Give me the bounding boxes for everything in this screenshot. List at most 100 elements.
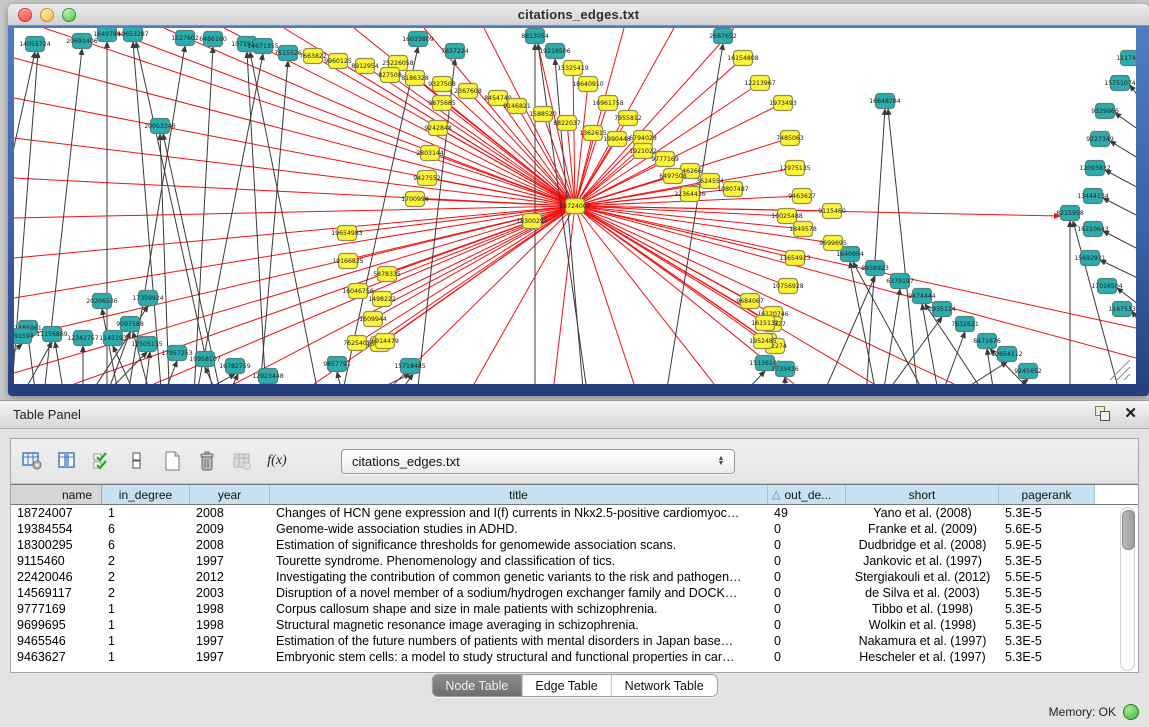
table-row[interactable]: 911546021997Tourette syndrome. Phenomeno… bbox=[11, 553, 1138, 569]
network-node[interactable]: 10958107 bbox=[189, 352, 221, 367]
network-node[interactable]: 1117434 bbox=[1116, 51, 1136, 66]
network-node[interactable]: 19218506 bbox=[539, 44, 571, 59]
network-node[interactable]: 9427552 bbox=[413, 171, 441, 186]
network-node[interactable]: 9474444 bbox=[908, 289, 936, 304]
network-node[interactable]: 18640910 bbox=[572, 77, 604, 92]
table-selector-dropdown[interactable]: citations_edges.txt▲▼ bbox=[341, 449, 735, 474]
import-table-icon[interactable] bbox=[229, 448, 255, 474]
network-node[interactable]: 9115460 bbox=[818, 204, 846, 219]
network-node[interactable]: 9699695 bbox=[819, 236, 847, 251]
column-header-name[interactable]: name bbox=[11, 485, 102, 504]
network-node[interactable]: 8471676 bbox=[973, 334, 1001, 349]
network-node[interactable]: 1145193 bbox=[99, 331, 127, 346]
column-header-title[interactable]: title bbox=[270, 485, 768, 504]
network-node[interactable]: 9463627 bbox=[788, 189, 816, 204]
network-node[interactable]: 12923448 bbox=[252, 369, 284, 384]
network-node[interactable]: 10756928 bbox=[772, 279, 804, 294]
tab-edge-table[interactable]: Edge Table bbox=[522, 675, 611, 696]
network-node[interactable]: 12093832 bbox=[1079, 161, 1111, 176]
network-node[interactable]: 6379197 bbox=[886, 274, 914, 289]
network-node[interactable]: 7515526 bbox=[274, 46, 302, 61]
close-window-button[interactable] bbox=[18, 8, 32, 22]
table-row[interactable]: 2242004622012Investigating the contribut… bbox=[11, 569, 1138, 585]
network-node[interactable]: 1973493 bbox=[769, 96, 797, 111]
row-height-icon[interactable] bbox=[124, 448, 150, 474]
network-node[interactable]: 9684067 bbox=[736, 294, 764, 309]
close-panel-icon[interactable]: ✕ bbox=[1124, 406, 1137, 421]
minimize-window-button[interactable] bbox=[40, 8, 54, 22]
table-row[interactable]: 1456911722003Disruption of a novel membe… bbox=[11, 585, 1138, 601]
network-node[interactable]: 391594 bbox=[14, 329, 34, 344]
table-row[interactable]: 946362711997Embryonic stem cells: a mode… bbox=[11, 649, 1138, 665]
network-node[interactable]: 17016504 bbox=[1091, 279, 1123, 294]
network-node[interactable]: 7632621 bbox=[951, 317, 979, 332]
network-node[interactable]: 7857224 bbox=[441, 44, 469, 59]
new-table-icon[interactable] bbox=[159, 448, 185, 474]
network-node[interactable]: 1167533 bbox=[1108, 302, 1136, 317]
zoom-window-button[interactable] bbox=[62, 8, 76, 22]
network-node[interactable]: 9097588 bbox=[116, 317, 144, 332]
network-node[interactable]: 19166825 bbox=[332, 254, 364, 269]
network-node[interactable]: 8186328 bbox=[401, 71, 429, 86]
network-node[interactable]: 13654923 bbox=[779, 251, 811, 266]
network-node[interactable]: 9777169 bbox=[651, 152, 679, 167]
network-node[interactable]: 2687652 bbox=[709, 29, 737, 44]
network-node[interactable]: 9242848 bbox=[424, 121, 452, 136]
network-node[interactable]: 1700998 bbox=[401, 192, 429, 207]
select-column-icon[interactable] bbox=[54, 448, 80, 474]
network-node[interactable]: 16782759 bbox=[219, 359, 251, 374]
network-node[interactable]: 8813054 bbox=[521, 29, 549, 44]
function-builder-icon[interactable]: f(x) bbox=[264, 448, 290, 474]
network-node[interactable]: 9857791 bbox=[323, 357, 351, 372]
resize-grip[interactable] bbox=[1117, 367, 1130, 380]
network-node[interactable]: 9245652 bbox=[1014, 364, 1042, 379]
network-node[interactable]: 2803144 bbox=[416, 146, 444, 161]
network-node[interactable]: 6466160 bbox=[199, 32, 227, 47]
table-scrollbar-thumb[interactable] bbox=[1122, 510, 1135, 550]
network-node[interactable]: 15325419 bbox=[557, 61, 589, 76]
network-node[interactable]: 1527602 bbox=[171, 31, 199, 46]
select-rows-icon[interactable] bbox=[89, 448, 115, 474]
column-header-in_degree[interactable]: in_degree bbox=[102, 485, 190, 504]
window-titlebar[interactable]: citations_edges.txt bbox=[8, 4, 1149, 26]
table-row[interactable]: 977716911998Corpus callosum shape and si… bbox=[11, 601, 1138, 617]
network-node[interactable]: 13444134 bbox=[1077, 189, 1109, 204]
table-row[interactable]: 946554611997Estimation of the future num… bbox=[11, 633, 1138, 649]
network-node[interactable]: 6914479 bbox=[371, 334, 399, 349]
network-node[interactable]: 9960125 bbox=[324, 54, 352, 69]
network-node[interactable]: 2367608 bbox=[454, 84, 482, 99]
network-node[interactable]: 21364436 bbox=[674, 187, 706, 202]
network-node[interactable]: 12342757 bbox=[67, 331, 99, 346]
table-row[interactable]: 1938455462009Genome-wide association stu… bbox=[11, 521, 1138, 537]
network-node[interactable]: 8938923 bbox=[861, 261, 889, 276]
network-node[interactable]: 9329966 bbox=[1091, 104, 1119, 119]
network-node[interactable]: 17957253 bbox=[161, 346, 193, 361]
network-node[interactable]: 1952485 bbox=[749, 334, 777, 349]
network-node[interactable]: 12213967 bbox=[744, 76, 776, 91]
network-node[interactable]: 1849578 bbox=[789, 222, 817, 237]
tab-node-table[interactable]: Node Table bbox=[432, 675, 522, 696]
resize-grip[interactable] bbox=[1124, 374, 1130, 380]
network-node[interactable]: 1990448 bbox=[603, 132, 631, 147]
network-node[interactable]: 16210643 bbox=[1077, 222, 1109, 237]
table-scrollbar[interactable] bbox=[1120, 507, 1135, 671]
network-node[interactable]: 17359924 bbox=[132, 291, 164, 306]
network-node[interactable]: 10653287 bbox=[117, 28, 149, 42]
network-node[interactable]: 16648784 bbox=[869, 94, 901, 109]
network-node[interactable]: 7485063 bbox=[776, 131, 804, 146]
table-row[interactable]: 1872400712008Changes of HCN gene express… bbox=[11, 505, 1138, 521]
network-node[interactable]: 9227349 bbox=[1086, 132, 1114, 147]
network-node[interactable]: 9146821 bbox=[503, 99, 531, 114]
table-row[interactable]: 969969511998Structural magnetic resonanc… bbox=[11, 617, 1138, 633]
column-header-pagerank[interactable]: pagerank bbox=[999, 485, 1095, 504]
network-canvas[interactable]: 1405572420691406164078410653287152760264… bbox=[14, 28, 1136, 384]
network-node[interactable]: 9327508 bbox=[428, 77, 456, 92]
column-header-out_degree[interactable]: △out_de... bbox=[768, 485, 846, 504]
network-node[interactable]: 16961758 bbox=[592, 96, 624, 111]
network-node[interactable]: 1615132 bbox=[751, 316, 779, 331]
network-node[interactable]: 12975135 bbox=[779, 161, 811, 176]
table-settings-icon[interactable] bbox=[19, 448, 45, 474]
column-header-short[interactable]: short bbox=[846, 485, 999, 504]
network-node[interactable]: 1498222 bbox=[368, 292, 396, 307]
network-node[interactable]: 20206536 bbox=[86, 294, 118, 309]
